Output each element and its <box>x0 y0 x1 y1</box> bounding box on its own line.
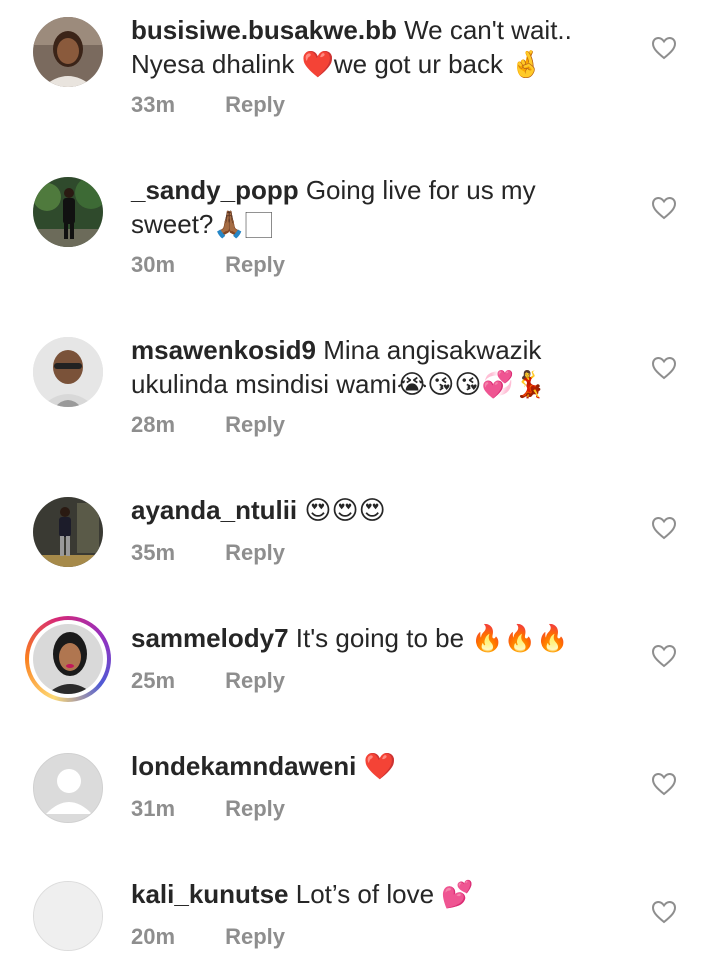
comment-time: 20m <box>131 924 176 949</box>
reply-button[interactable]: Reply <box>225 92 285 117</box>
comment-text-block: msawenkosid9 Mina angisakwazik ukulinda … <box>131 333 621 401</box>
comment-username[interactable]: msawenkosid9 <box>131 335 316 365</box>
comment-username[interactable]: kali_kunutse <box>131 879 289 909</box>
comment-time: 25m <box>131 668 176 693</box>
comment-username[interactable]: busisiwe.busakwe.bb <box>131 15 397 45</box>
comment-meta: 30m Reply <box>131 252 285 278</box>
like-button[interactable] <box>651 644 677 668</box>
comment-text-block: sammelody7 It's going to be 🔥🔥🔥 <box>131 621 621 655</box>
comment-item: kali_kunutse Lot’s of love 💕 20m Reply <box>0 864 720 961</box>
comment-text-block: kali_kunutse Lot’s of love 💕 <box>131 877 621 911</box>
photo-woman-icon <box>33 17 103 87</box>
reply-button[interactable]: Reply <box>225 540 285 565</box>
comment-body: ❤️ <box>363 751 396 781</box>
reply-button[interactable]: Reply <box>225 412 285 437</box>
heart-outline-icon <box>651 356 677 380</box>
comment-meta: 25m Reply <box>131 668 285 694</box>
heart-outline-icon <box>651 36 677 60</box>
comment-meta: 35m Reply <box>131 540 285 566</box>
comment-body: 😍😍😍 <box>304 495 386 525</box>
like-button[interactable] <box>651 900 677 924</box>
photo-woman-story-icon <box>33 624 103 694</box>
comment-time: 31m <box>131 796 176 821</box>
comment-text-block: _sandy_popp Going live for us my sweet?🙏… <box>131 173 621 241</box>
comment-text-block: busisiwe.busakwe.bb We can't wait.. Nyes… <box>131 13 621 81</box>
avatar[interactable] <box>33 177 103 247</box>
heart-outline-icon <box>651 772 677 796</box>
like-button[interactable] <box>651 772 677 796</box>
like-button[interactable] <box>651 356 677 380</box>
comment-username[interactable]: ayanda_ntulii <box>131 495 297 525</box>
avatar-ring-gap <box>29 620 107 698</box>
reply-button[interactable]: Reply <box>225 796 285 821</box>
avatar[interactable] <box>33 753 103 823</box>
photo-man-sunglasses-icon <box>33 337 103 407</box>
comment-item: _sandy_popp Going live for us my sweet?🙏… <box>0 160 720 320</box>
like-button[interactable] <box>651 196 677 220</box>
comment-meta: 31m Reply <box>131 796 285 822</box>
avatar[interactable] <box>33 337 103 407</box>
comment-username[interactable]: _sandy_popp <box>131 175 299 205</box>
comment-item: ayanda_ntulii 😍😍😍 35m Reply <box>0 480 720 606</box>
heart-outline-icon <box>651 644 677 668</box>
comment-text-block: londekamndaweni ❤️ <box>131 749 621 783</box>
avatar-story-ring[interactable] <box>25 616 111 702</box>
photo-man-suit-icon <box>33 177 103 247</box>
reply-button[interactable]: Reply <box>225 668 285 693</box>
blank-avatar-icon <box>34 882 102 950</box>
comment-meta: 20m Reply <box>131 924 285 950</box>
comment-item: msawenkosid9 Mina angisakwazik ukulinda … <box>0 320 720 480</box>
comment-item: busisiwe.busakwe.bb We can't wait.. Nyes… <box>0 0 720 160</box>
heart-outline-icon <box>651 196 677 220</box>
comment-item: sammelody7 It's going to be 🔥🔥🔥 25m Repl… <box>0 608 720 736</box>
heart-outline-icon <box>651 516 677 540</box>
default-avatar-icon <box>34 754 102 822</box>
comment-username[interactable]: londekamndaweni <box>131 751 356 781</box>
reply-button[interactable]: Reply <box>225 252 285 277</box>
heart-outline-icon <box>651 900 677 924</box>
comment-time: 30m <box>131 252 176 277</box>
comment-username[interactable]: sammelody7 <box>131 623 289 653</box>
comment-time: 28m <box>131 412 176 437</box>
avatar[interactable] <box>33 881 103 951</box>
comment-body: It's going to be 🔥🔥🔥 <box>295 623 569 653</box>
like-button[interactable] <box>651 516 677 540</box>
avatar[interactable] <box>33 17 103 87</box>
comment-time: 35m <box>131 540 176 565</box>
reply-button[interactable]: Reply <box>225 924 285 949</box>
avatar <box>33 624 103 694</box>
comment-text-block: ayanda_ntulii 😍😍😍 <box>131 493 621 527</box>
comment-meta: 28m Reply <box>131 412 285 438</box>
comment-item: londekamndaweni ❤️ 31m Reply <box>0 736 720 864</box>
comment-time: 33m <box>131 92 176 117</box>
photo-man-standing-icon <box>33 497 103 567</box>
comment-meta: 33m Reply <box>131 92 285 118</box>
comment-body: Lot’s of love 💕 <box>295 879 474 909</box>
like-button[interactable] <box>651 36 677 60</box>
avatar[interactable] <box>33 497 103 567</box>
